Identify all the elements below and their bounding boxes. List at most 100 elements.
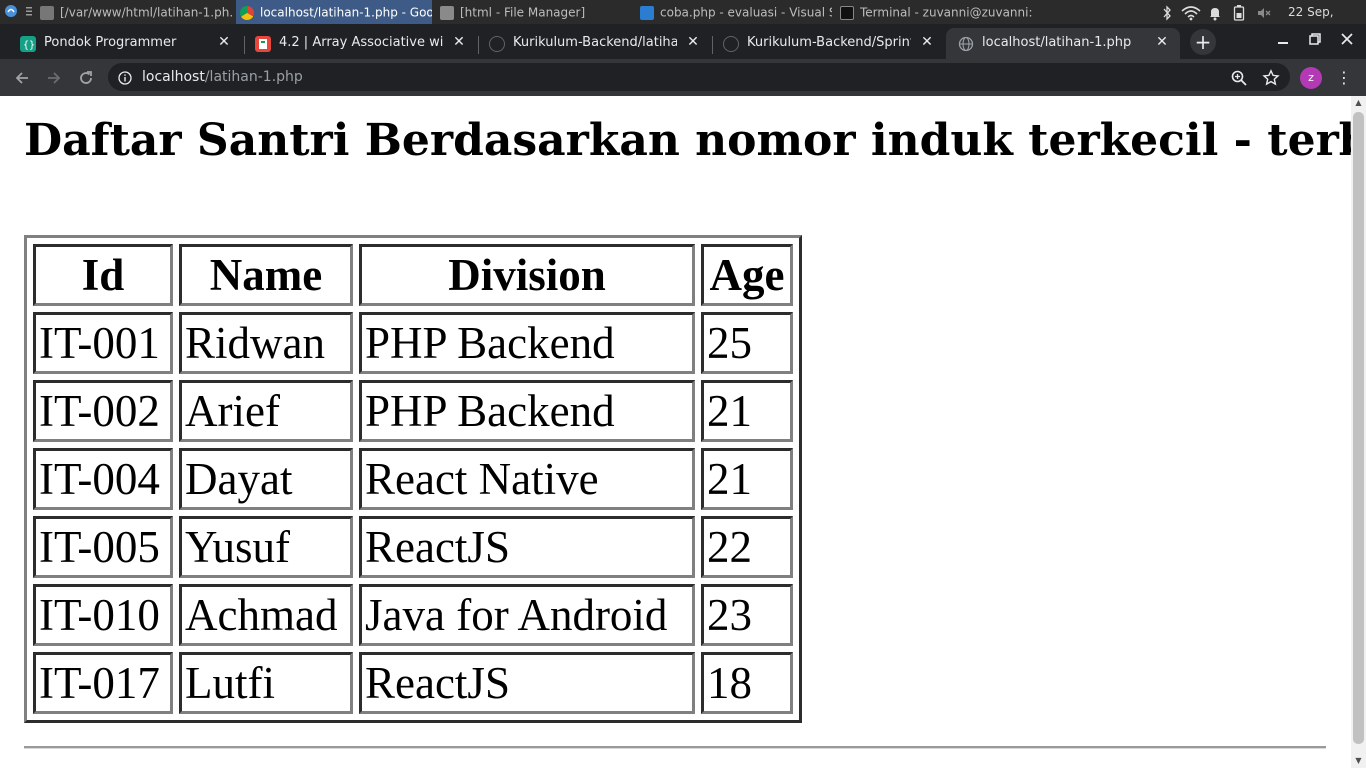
close-tab-icon[interactable]: ✕ bbox=[451, 33, 467, 51]
cell-id: IT-001 bbox=[33, 312, 173, 374]
tab-title: Kurikulum-Backend/Sprint-3/Te bbox=[747, 35, 911, 50]
cell-name: Dayat bbox=[179, 448, 353, 510]
page-title: Daftar Santri Berdasarkan nomor induk te… bbox=[24, 115, 1351, 166]
scrollbar-thumb[interactable] bbox=[1353, 112, 1364, 744]
cell-id: IT-005 bbox=[33, 516, 173, 578]
table-row: IT-004 Dayat React Native 21 bbox=[33, 448, 793, 510]
cell-age: 23 bbox=[701, 584, 793, 646]
cell-age: 21 bbox=[701, 448, 793, 510]
zoom-icon[interactable] bbox=[1230, 69, 1250, 89]
tab-localhost-latihan[interactable]: localhost/latihan-1.php ✕ bbox=[946, 28, 1180, 59]
notification-bell-icon[interactable] bbox=[1208, 0, 1222, 24]
browser-tab-strip: {} Pondok Programmer ✕ 4.2 | Array Assoc… bbox=[0, 24, 1366, 59]
bookmark-star-icon[interactable] bbox=[1262, 69, 1282, 89]
url-host: localhost bbox=[142, 69, 205, 85]
close-window-icon[interactable] bbox=[1332, 28, 1362, 54]
cell-id: IT-004 bbox=[33, 448, 173, 510]
taskbar-task-file-manager[interactable]: [html - File Manager] bbox=[436, 0, 632, 24]
cell-name: Achmad bbox=[179, 584, 353, 646]
cell-id: IT-010 bbox=[33, 584, 173, 646]
tab-kurikulum-latihan[interactable]: Kurikulum-Backend/latihan-1.p ✕ bbox=[477, 28, 711, 59]
page-viewport: Daftar Santri Berdasarkan nomor induk te… bbox=[0, 96, 1351, 768]
svg-text:{}: {} bbox=[23, 40, 35, 51]
reload-icon[interactable] bbox=[73, 65, 99, 91]
cell-name: Lutfi bbox=[179, 652, 353, 714]
cell-division: PHP Backend bbox=[359, 312, 695, 374]
tab-kurikulum-sprint[interactable]: Kurikulum-Backend/Sprint-3/Te ✕ bbox=[711, 28, 945, 59]
tab-title: localhost/latihan-1.php bbox=[982, 35, 1132, 50]
close-tab-icon[interactable]: ✕ bbox=[216, 33, 232, 51]
cell-name: Ridwan bbox=[179, 312, 353, 374]
folder-icon bbox=[440, 5, 454, 20]
tab-array-associative[interactable]: 4.2 | Array Associative with Fu ✕ bbox=[243, 28, 477, 59]
volume-muted-icon[interactable] bbox=[1256, 0, 1272, 24]
github-icon bbox=[489, 36, 505, 52]
table-row: IT-002 Arief PHP Backend 21 bbox=[33, 380, 793, 442]
table-row: IT-005 Yusuf ReactJS 22 bbox=[33, 516, 793, 578]
close-tab-icon[interactable]: ✕ bbox=[919, 33, 935, 51]
cell-age: 25 bbox=[701, 312, 793, 374]
cell-age: 18 bbox=[701, 652, 793, 714]
os-taskbar: [/var/www/html/latihan-1.ph... localhost… bbox=[0, 0, 1366, 43]
close-tab-icon[interactable]: ✕ bbox=[685, 33, 701, 51]
restore-window-icon[interactable] bbox=[1300, 28, 1330, 54]
text-editor-icon bbox=[40, 5, 54, 20]
cell-division: Java for Android bbox=[359, 584, 695, 646]
taskbar-task-chrome[interactable]: localhost/latihan-1.php - Goo... bbox=[236, 0, 432, 24]
cell-division: ReactJS bbox=[359, 652, 695, 714]
cell-id: IT-002 bbox=[33, 380, 173, 442]
taskbar-task-vscode[interactable]: coba.php - evaluasi - Visual S... bbox=[636, 0, 832, 24]
column-header-age: Age bbox=[701, 244, 793, 306]
address-url[interactable]: localhost/latihan-1.php bbox=[142, 68, 303, 86]
cell-id: IT-017 bbox=[33, 652, 173, 714]
close-tab-icon[interactable]: ✕ bbox=[1154, 33, 1170, 51]
tab-pondok-programmer[interactable]: {} Pondok Programmer ✕ bbox=[8, 28, 242, 59]
minimize-window-icon[interactable] bbox=[1268, 28, 1298, 54]
bluetooth-icon[interactable] bbox=[1162, 0, 1172, 24]
cell-division: ReactJS bbox=[359, 516, 695, 578]
cell-name: Arief bbox=[179, 380, 353, 442]
vscode-icon bbox=[640, 5, 654, 20]
app-menu-icon[interactable] bbox=[4, 4, 18, 18]
battery-icon[interactable] bbox=[1233, 0, 1245, 24]
scroll-up-arrow-icon[interactable]: ▲ bbox=[1351, 96, 1366, 110]
address-bar[interactable]: localhost/latihan-1.php bbox=[108, 63, 1290, 91]
tab-title: Kurikulum-Backend/latihan-1.p bbox=[513, 35, 677, 50]
santri-table: Id Name Division Age IT-001 Ridwan PHP B… bbox=[24, 235, 802, 723]
table-header-row: Id Name Division Age bbox=[33, 244, 793, 306]
taskbar-task-text-editor[interactable]: [/var/www/html/latihan-1.ph... bbox=[36, 0, 232, 24]
tab-title: 4.2 | Array Associative with Fu bbox=[279, 35, 443, 50]
chrome-icon bbox=[240, 5, 254, 20]
more-options-icon[interactable]: ⋮ bbox=[1336, 65, 1352, 91]
globe-icon bbox=[958, 36, 974, 52]
tab-title: Pondok Programmer bbox=[44, 35, 177, 50]
github-icon bbox=[723, 36, 739, 52]
cell-name: Yusuf bbox=[179, 516, 353, 578]
table-row: IT-010 Achmad Java for Android 23 bbox=[33, 584, 793, 646]
pondok-programmer-favicon: {} bbox=[20, 36, 36, 52]
wifi-icon[interactable] bbox=[1180, 0, 1202, 24]
new-tab-button[interactable]: + bbox=[1190, 29, 1216, 55]
column-header-name: Name bbox=[179, 244, 353, 306]
terminal-icon bbox=[840, 5, 854, 20]
table-row: IT-001 Ridwan PHP Backend 25 bbox=[33, 312, 793, 374]
back-arrow-icon[interactable] bbox=[9, 65, 35, 91]
browser-toolbar: localhost/latihan-1.php z ⋮ bbox=[0, 59, 1366, 96]
profile-avatar[interactable]: z bbox=[1300, 67, 1322, 89]
cell-age: 21 bbox=[701, 380, 793, 442]
site-info-icon[interactable] bbox=[118, 70, 132, 85]
scroll-down-arrow-icon[interactable]: ▼ bbox=[1351, 754, 1366, 768]
table-row: IT-017 Lutfi ReactJS 18 bbox=[33, 652, 793, 714]
forward-arrow-icon[interactable] bbox=[41, 65, 67, 91]
column-header-id: Id bbox=[33, 244, 173, 306]
column-header-division: Division bbox=[359, 244, 695, 306]
cell-age: 22 bbox=[701, 516, 793, 578]
page-scrollbar[interactable]: ▲ ▼ bbox=[1351, 96, 1366, 768]
cell-division: PHP Backend bbox=[359, 380, 695, 442]
clock[interactable]: 22 Sep, 14:30 bbox=[1288, 0, 1366, 43]
url-path: /latihan-1.php bbox=[204, 69, 303, 85]
horizontal-rule bbox=[24, 746, 1326, 749]
course-favicon bbox=[255, 36, 271, 52]
taskbar-task-terminal[interactable]: Terminal - zuvanni@zuvanni:... bbox=[836, 0, 1032, 24]
cell-division: React Native bbox=[359, 448, 695, 510]
